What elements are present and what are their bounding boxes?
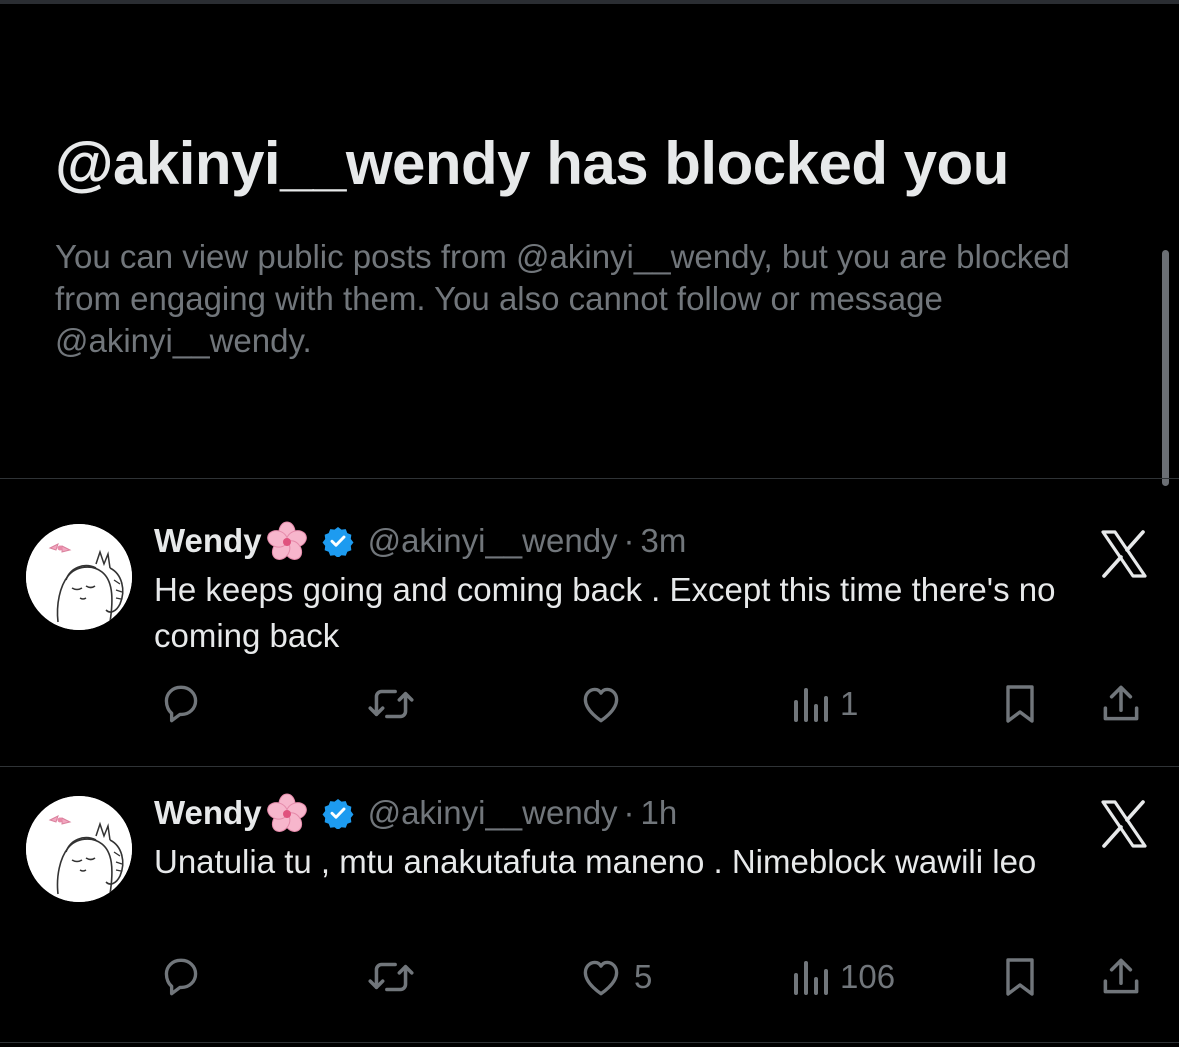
- verified-badge-icon[interactable]: [322, 525, 354, 558]
- retweet-icon: [364, 679, 418, 729]
- timestamp[interactable]: 1h: [641, 794, 678, 832]
- reply-icon: [156, 679, 206, 729]
- like-count: 5: [634, 958, 653, 995]
- handle[interactable]: @akinyi__wendy: [368, 522, 618, 560]
- display-name[interactable]: Wendy: [154, 794, 262, 832]
- blocked-title: @akinyi__wendy has blocked you: [55, 130, 1009, 197]
- scrollbar-thumb[interactable]: [1162, 250, 1169, 486]
- like-button[interactable]: [576, 679, 634, 729]
- blocked-notice: @akinyi__wendy has blocked you You can v…: [0, 4, 1179, 478]
- cherry-blossom-icon: [264, 519, 310, 563]
- reply-icon: [156, 952, 206, 1002]
- verified-badge-icon[interactable]: [322, 797, 354, 830]
- tweet-text: He keeps going and coming back . Except …: [154, 571, 1056, 654]
- bookmark-button[interactable]: [996, 952, 1044, 1002]
- tweet-text: Unatulia tu , mtu anakutafuta maneno . N…: [154, 843, 1037, 880]
- tweet-header: Wendy @akinyi__wendy · 3m: [154, 519, 686, 563]
- separator-dot: ·: [623, 522, 635, 559]
- cherry-blossom-icon: [264, 791, 310, 835]
- tweet-header: Wendy @akinyi__wendy · 1h: [154, 791, 677, 835]
- separator-dot: ·: [623, 794, 635, 831]
- share-button[interactable]: [1096, 952, 1146, 1002]
- reply-button[interactable]: [156, 679, 214, 729]
- timestamp[interactable]: 3m: [641, 522, 687, 560]
- tweet[interactable]: Wendy @akinyi__wendy · 1h Unatulia tu , …: [0, 749, 1179, 1035]
- view-count: 1: [840, 685, 859, 722]
- heart-icon: [576, 679, 626, 729]
- avatar[interactable]: [26, 524, 132, 630]
- retweet-icon: [364, 952, 418, 1002]
- share-icon: [1096, 679, 1146, 729]
- divider: [0, 1042, 1179, 1043]
- views-icon: [788, 679, 832, 729]
- bookmark-icon: [996, 952, 1044, 1002]
- view-count: 106: [840, 958, 896, 995]
- views-button[interactable]: 106: [788, 952, 895, 1002]
- views-button[interactable]: 1: [788, 679, 858, 729]
- tweet-actions: 5 106: [0, 952, 1179, 1002]
- tweet-actions: 1: [0, 679, 1179, 729]
- display-name[interactable]: Wendy: [154, 522, 262, 560]
- heart-icon: [576, 952, 626, 1002]
- tweet[interactable]: Wendy @akinyi__wendy · 3m He keeps going…: [0, 479, 1179, 765]
- share-button[interactable]: [1096, 679, 1146, 729]
- share-icon: [1096, 952, 1146, 1002]
- bookmark-button[interactable]: [996, 679, 1044, 729]
- retweet-button[interactable]: [364, 952, 426, 1002]
- views-icon: [788, 952, 832, 1002]
- like-button[interactable]: 5: [576, 952, 652, 1002]
- reply-button[interactable]: [156, 952, 214, 1002]
- handle[interactable]: @akinyi__wendy: [368, 794, 618, 832]
- blocked-description: You can view public posts from @akinyi__…: [55, 238, 1070, 359]
- retweet-button[interactable]: [364, 679, 426, 729]
- avatar[interactable]: [26, 796, 132, 902]
- bookmark-icon: [996, 679, 1044, 729]
